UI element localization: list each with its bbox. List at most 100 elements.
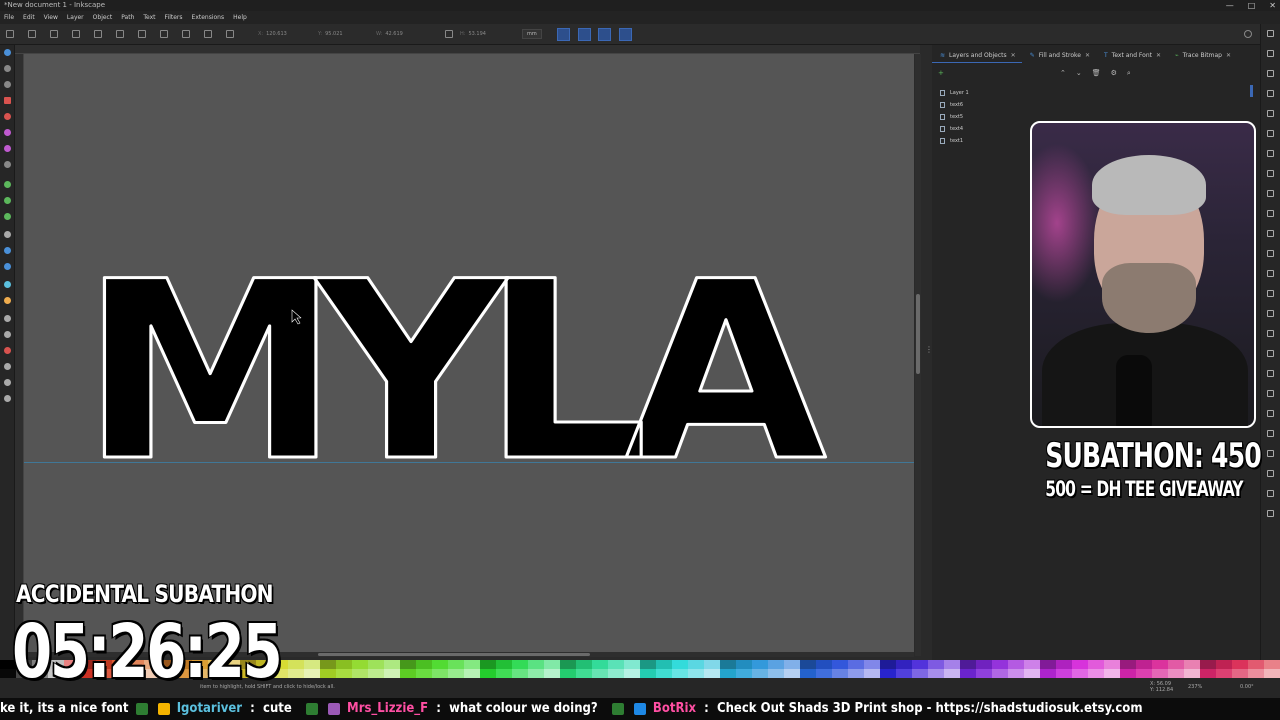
color-swatch[interactable] bbox=[1248, 660, 1264, 669]
menu-filters[interactable]: Filters bbox=[165, 14, 183, 21]
color-swatch[interactable] bbox=[656, 660, 672, 669]
color-swatch[interactable] bbox=[288, 669, 304, 678]
star-tool-icon[interactable] bbox=[4, 129, 11, 136]
color-swatch[interactable] bbox=[1056, 669, 1072, 678]
minimize-icon[interactable]: — bbox=[1226, 0, 1234, 11]
raise-icon[interactable] bbox=[182, 30, 190, 38]
dock-scrollbar[interactable] bbox=[1250, 85, 1253, 97]
color-swatch[interactable] bbox=[384, 669, 400, 678]
color-swatch[interactable] bbox=[720, 660, 736, 669]
color-swatch[interactable] bbox=[1168, 660, 1184, 669]
color-swatch[interactable] bbox=[1104, 669, 1120, 678]
menu-file[interactable]: File bbox=[4, 14, 14, 21]
color-swatch[interactable] bbox=[976, 669, 992, 678]
export-icon[interactable] bbox=[1267, 130, 1274, 137]
gradient-tool-icon[interactable] bbox=[4, 247, 11, 254]
color-swatch[interactable] bbox=[400, 660, 416, 669]
color-swatch[interactable] bbox=[384, 660, 400, 669]
color-swatch[interactable] bbox=[656, 669, 672, 678]
color-swatch[interactable] bbox=[464, 660, 480, 669]
color-swatch[interactable] bbox=[1184, 669, 1200, 678]
color-swatch[interactable] bbox=[816, 669, 832, 678]
color-swatch[interactable] bbox=[304, 660, 320, 669]
group-icon[interactable] bbox=[1267, 370, 1274, 377]
color-swatch[interactable] bbox=[992, 660, 1008, 669]
color-swatch[interactable] bbox=[1264, 660, 1280, 669]
lower-to-bottom-icon[interactable] bbox=[226, 30, 234, 38]
color-swatch[interactable] bbox=[496, 660, 512, 669]
color-swatch[interactable] bbox=[480, 660, 496, 669]
zoom-selection-icon[interactable] bbox=[1267, 250, 1274, 257]
menu-view[interactable]: View bbox=[44, 14, 58, 21]
pencil-tool-icon[interactable] bbox=[4, 197, 11, 204]
selector-tool-icon[interactable] bbox=[4, 49, 11, 56]
color-swatch[interactable] bbox=[944, 660, 960, 669]
menu-text[interactable]: Text bbox=[143, 14, 155, 21]
ellipse-tool-icon[interactable] bbox=[4, 113, 11, 120]
color-swatch[interactable] bbox=[800, 660, 816, 669]
color-swatch[interactable] bbox=[624, 660, 640, 669]
color-swatch[interactable] bbox=[640, 669, 656, 678]
measure-tool-icon[interactable] bbox=[4, 379, 11, 386]
align-dialog-icon[interactable] bbox=[1267, 470, 1274, 477]
myla-text[interactable]: MYLA bbox=[79, 227, 850, 516]
pen-tool-icon[interactable] bbox=[4, 181, 11, 188]
color-swatch[interactable] bbox=[1024, 660, 1040, 669]
tweak-tool-icon[interactable] bbox=[4, 315, 11, 322]
print-icon[interactable] bbox=[1267, 90, 1274, 97]
color-swatch[interactable] bbox=[400, 669, 416, 678]
color-swatch[interactable] bbox=[496, 669, 512, 678]
color-swatch[interactable] bbox=[912, 669, 928, 678]
color-swatch[interactable] bbox=[1088, 669, 1104, 678]
transform-patterns-icon[interactable] bbox=[619, 28, 632, 41]
menu-path[interactable]: Path bbox=[121, 14, 134, 21]
color-swatch[interactable] bbox=[1264, 669, 1280, 678]
calligraphy-tool-icon[interactable] bbox=[4, 213, 11, 220]
horizontal-scroll-thumb[interactable] bbox=[318, 653, 590, 656]
clone-icon[interactable] bbox=[1267, 330, 1274, 337]
color-swatch[interactable] bbox=[704, 660, 720, 669]
paint-bucket-tool-icon[interactable] bbox=[4, 297, 11, 304]
color-swatch[interactable] bbox=[576, 660, 592, 669]
fill-stroke-dialog-icon[interactable] bbox=[1267, 410, 1274, 417]
color-swatch[interactable] bbox=[864, 660, 880, 669]
menu-object[interactable]: Object bbox=[93, 14, 113, 21]
paste-icon[interactable] bbox=[1267, 230, 1274, 237]
color-swatch[interactable] bbox=[448, 660, 464, 669]
3dbox-tool-icon[interactable] bbox=[4, 145, 11, 152]
color-swatch[interactable] bbox=[528, 669, 544, 678]
color-swatch[interactable] bbox=[688, 660, 704, 669]
close-tab-icon[interactable]: ✕ bbox=[1011, 49, 1016, 63]
scale-stroke-icon[interactable] bbox=[557, 28, 570, 41]
lock-ratio-icon[interactable] bbox=[445, 30, 453, 38]
color-swatch[interactable] bbox=[288, 660, 304, 669]
color-swatch[interactable] bbox=[432, 669, 448, 678]
color-swatch[interactable] bbox=[336, 660, 352, 669]
color-swatch[interactable] bbox=[528, 660, 544, 669]
vertical-scroll-thumb[interactable] bbox=[916, 294, 920, 374]
color-swatch[interactable] bbox=[1072, 669, 1088, 678]
color-swatch[interactable] bbox=[704, 669, 720, 678]
close-tab-icon[interactable]: ✕ bbox=[1085, 49, 1090, 63]
color-swatch[interactable] bbox=[560, 660, 576, 669]
flip-vertical-icon[interactable] bbox=[138, 30, 146, 38]
copy-icon[interactable] bbox=[1267, 190, 1274, 197]
color-swatch[interactable] bbox=[784, 669, 800, 678]
color-swatch[interactable] bbox=[944, 669, 960, 678]
settings-icon[interactable]: ⚙ bbox=[1111, 69, 1117, 78]
color-swatch[interactable] bbox=[784, 660, 800, 669]
pages-tool-icon[interactable] bbox=[4, 395, 11, 402]
color-swatch[interactable] bbox=[608, 660, 624, 669]
color-swatch[interactable] bbox=[512, 669, 528, 678]
color-swatch[interactable] bbox=[592, 660, 608, 669]
color-swatch[interactable] bbox=[576, 669, 592, 678]
rect-tool-icon[interactable] bbox=[4, 97, 11, 104]
color-swatch[interactable] bbox=[368, 669, 384, 678]
color-swatch[interactable] bbox=[768, 660, 784, 669]
color-swatch[interactable] bbox=[640, 660, 656, 669]
color-swatch[interactable] bbox=[336, 669, 352, 678]
preferences-icon[interactable] bbox=[1267, 510, 1274, 517]
color-swatch[interactable] bbox=[960, 660, 976, 669]
color-swatch[interactable] bbox=[1136, 660, 1152, 669]
dropper-tool-icon[interactable] bbox=[4, 281, 11, 288]
